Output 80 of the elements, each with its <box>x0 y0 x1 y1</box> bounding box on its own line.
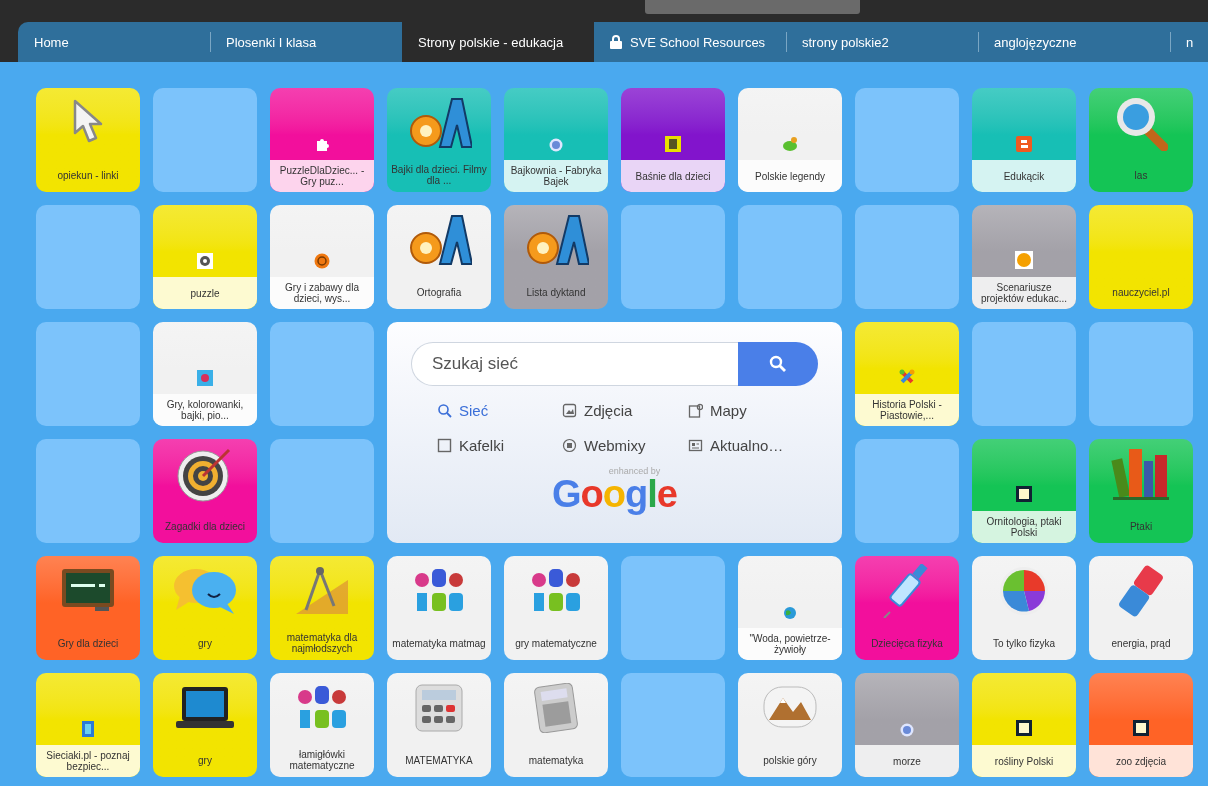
tile-link[interactable]: matematyka matmag <box>387 556 491 660</box>
tab[interactable]: Home <box>18 22 210 62</box>
tab[interactable]: SVE School Resources <box>594 22 786 62</box>
tile-link[interactable]: Historia Polski - Piastowie,... <box>855 322 959 426</box>
enhanced-by-text: enhanced by <box>608 466 661 476</box>
tile-link[interactable]: nauczyciel.pl <box>1089 205 1193 309</box>
sun-icon <box>1015 251 1033 269</box>
tile-link[interactable]: To tylko fizyka <box>972 556 1076 660</box>
tile-link[interactable]: Baśnie dla dzieci <box>621 88 725 192</box>
search-type-option[interactable]: Sieć <box>437 402 562 419</box>
tile-link[interactable]: łamigłówki matematyczne <box>270 673 374 777</box>
tab[interactable]: n <box>1170 22 1208 62</box>
tile-link[interactable]: polskie góry <box>738 673 842 777</box>
magnifier-icon <box>1114 95 1168 151</box>
tab[interactable]: anglojęzyczne <box>978 22 1170 62</box>
tile-link[interactable]: matematyka dla najmłodszych <box>270 556 374 660</box>
tile-link[interactable]: Scenariusze projektów edukac... <box>972 205 1076 309</box>
map-icon <box>688 403 703 418</box>
books-icon <box>1111 447 1171 501</box>
tile-link[interactable]: Edukącik <box>972 88 1076 192</box>
tile-link[interactable]: Lista dyktand <box>504 205 608 309</box>
tile-link[interactable]: MATEMATYKA <box>387 673 491 777</box>
news-icon <box>688 438 703 453</box>
small-picture-icon <box>665 136 681 152</box>
tile-link[interactable]: gry <box>153 556 257 660</box>
tile-link[interactable]: matematyka <box>504 673 608 777</box>
search-type-option[interactable]: Kafelki <box>437 437 562 454</box>
search-type-option[interactable]: Aktualno… <box>688 437 818 454</box>
mountains-icon <box>763 686 817 730</box>
tab[interactable]: strony polskie2 <box>786 22 978 62</box>
blog-icon <box>1016 136 1032 152</box>
tile-link[interactable]: puzzle <box>153 205 257 309</box>
globe-icon <box>549 138 563 152</box>
tile-link[interactable]: las <box>1089 88 1193 192</box>
tile-link[interactable]: morze <box>855 673 959 777</box>
tile-link[interactable]: gry matematyczne <box>504 556 608 660</box>
laptop-icon <box>174 685 236 731</box>
circle-icon <box>562 438 577 453</box>
square-icon <box>437 438 452 453</box>
eraser-icon <box>1116 564 1166 618</box>
chat-bubbles-icon <box>172 566 238 616</box>
tile-link[interactable]: rośliny Polski <box>972 673 1076 777</box>
image-icon <box>562 403 577 418</box>
tab[interactable]: Plosenki I klasa <box>210 22 402 62</box>
tile-link[interactable]: Ptaki <box>1089 439 1193 543</box>
square-icon <box>1015 719 1033 737</box>
search-icon <box>437 403 452 418</box>
tile-link[interactable]: Sieciaki.pl - poznaj bezpiec... <box>36 673 140 777</box>
target-icon <box>177 446 233 502</box>
tile-link[interactable]: zoo zdjęcia <box>1089 673 1193 777</box>
search-button[interactable] <box>738 342 818 386</box>
search-field[interactable]: Szukaj sieć <box>411 342 738 386</box>
tile-link[interactable]: PuzzleDlaDziec... - Gry puz... <box>270 88 374 192</box>
drag-handle[interactable] <box>645 0 860 14</box>
globe-icon <box>900 723 914 737</box>
search-type-option[interactable]: Mapy <box>688 402 818 419</box>
tile-link[interactable]: Gry i zabawy dla dzieci, wys... <box>270 205 374 309</box>
tile-link[interactable]: Bajkownia - Fabryka Bajek <box>504 88 608 192</box>
chalkboard-icon <box>61 568 115 614</box>
coin-icon <box>314 253 330 269</box>
search-icon <box>769 355 787 373</box>
search-type-option[interactable]: Webmixy <box>562 437 688 454</box>
search-type-option[interactable]: Zdjęcia <box>562 402 688 419</box>
square-icon <box>1132 719 1150 737</box>
calculator-icon <box>533 683 579 733</box>
tile-link[interactable]: energia, prąd <box>1089 556 1193 660</box>
tile-link[interactable]: "Woda, powietrze- żywioły <box>738 556 842 660</box>
tile-link[interactable]: Ornitologia, ptaki Polski <box>972 439 1076 543</box>
tile-link[interactable]: Gry, kolorowanki, bajki, pio... <box>153 322 257 426</box>
tile-link[interactable]: Polskie legendy <box>738 88 842 192</box>
puzzle-piece-icon <box>314 136 330 152</box>
tile-link[interactable]: Gry dla dzieci <box>36 556 140 660</box>
tile-link[interactable]: Bajki dla dzieci. Filmy dla ... <box>387 88 491 192</box>
compass-icon <box>294 566 350 616</box>
globe-icon <box>783 606 797 620</box>
tile-link[interactable]: Ortografia <box>387 205 491 309</box>
square-icon <box>1015 485 1033 503</box>
calculator-icon <box>414 683 464 733</box>
tile-link[interactable]: opiekun - linki <box>36 88 140 192</box>
tile-link[interactable]: gry <box>153 673 257 777</box>
